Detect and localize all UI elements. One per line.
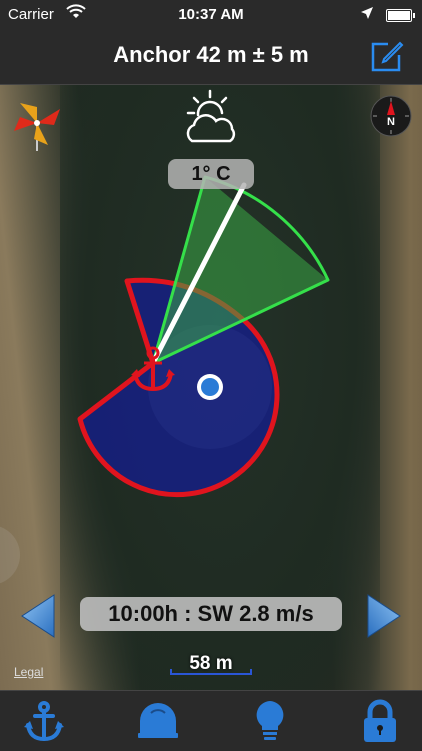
map-marker-ghost [0,526,20,584]
chevron-right-icon [367,594,401,638]
battery-icon [386,9,415,22]
status-time: 10:37 AM [178,6,244,23]
user-location-dot [201,378,219,396]
map-scale: 58 m [168,651,254,677]
tab-lock[interactable] [358,699,402,743]
tab-light[interactable] [248,699,292,743]
lightbulb-icon [256,701,284,740]
legal-link[interactable]: Legal [14,665,43,679]
satellite-map[interactable]: N 1° C 10:00h : SW 2.8 m/s Legal 58 m [0,85,422,690]
navigation-bar: Anchor 42 m ± 5 m [0,30,422,85]
forecast-label: 10:00h : SW 2.8 m/s [80,597,342,631]
page-title: Anchor 42 m ± 5 m [113,42,309,67]
bell-icon [138,703,178,738]
scale-bar [170,669,252,675]
lock-icon [364,699,396,742]
anchor-icon [24,701,64,742]
next-forecast-button[interactable] [366,593,402,639]
status-bar: Carrier 10:37 AM [0,0,422,30]
tab-anchor[interactable] [22,699,66,743]
chevron-left-icon [21,594,55,638]
partly-cloudy-icon [178,89,244,149]
compass-icon[interactable]: N [370,95,412,137]
temperature-label: 1° C [168,159,254,189]
tab-bar [0,690,422,751]
location-arrow-icon [360,6,374,24]
tab-alarm[interactable] [136,699,180,743]
previous-forecast-button[interactable] [20,593,56,639]
pinwheel-icon[interactable] [8,95,66,151]
compass-label: N [387,116,395,128]
compose-icon[interactable] [370,39,404,73]
